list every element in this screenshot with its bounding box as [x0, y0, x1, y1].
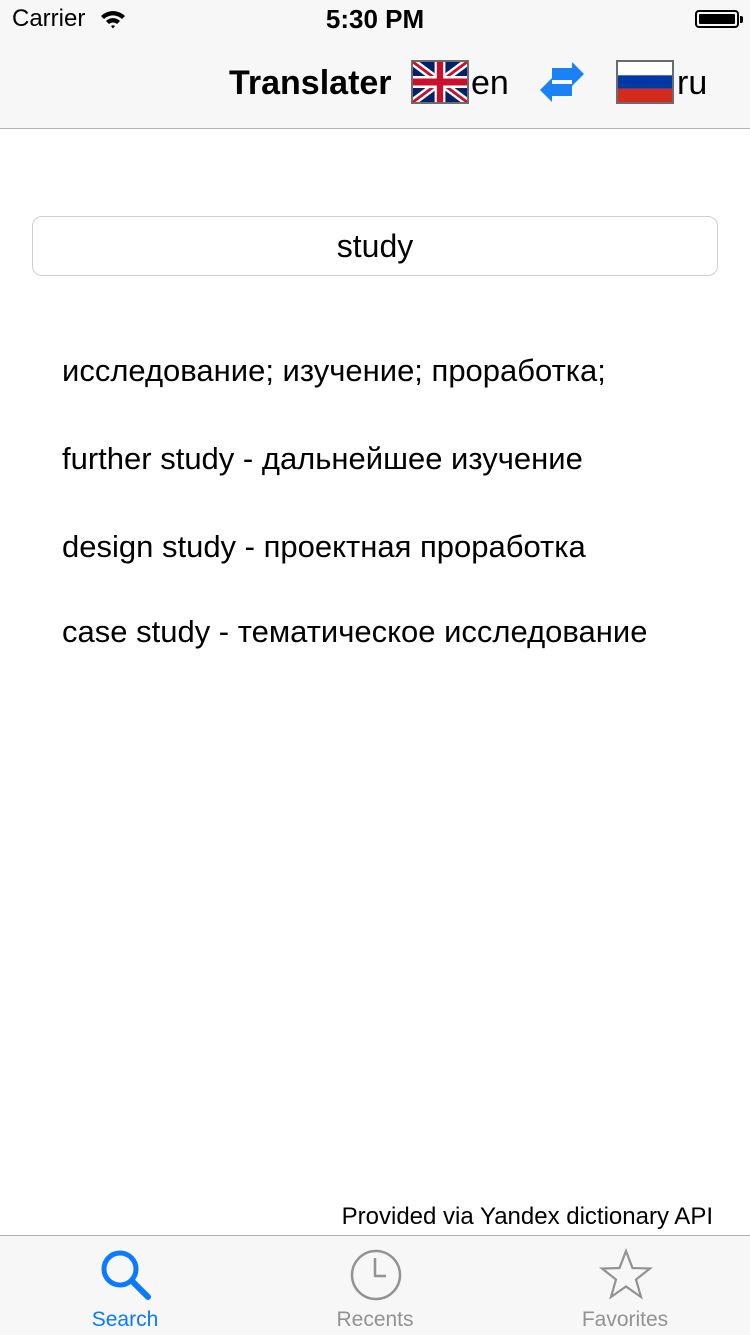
uk-flag-icon[interactable]: [411, 60, 469, 104]
tab-label: Search: [91, 1308, 159, 1331]
app-title: Translater: [229, 64, 392, 102]
swap-arrows-icon[interactable]: [538, 62, 586, 106]
provider-attribution: Provided via Yandex dictionary API: [341, 1203, 713, 1230]
translation-result: further study - дальнейшее изучение: [62, 441, 583, 476]
search-input[interactable]: [32, 216, 718, 276]
tab-favorites[interactable]: Favorites: [500, 1236, 750, 1335]
target-language-code[interactable]: ru: [677, 64, 707, 103]
battery-icon: [695, 10, 743, 28]
translation-result: design study - проектная проработка: [62, 529, 586, 564]
tab-recents[interactable]: Recents: [250, 1236, 500, 1335]
source-language-code[interactable]: en: [471, 64, 509, 103]
tab-bar: Search Recents Favorites: [0, 1235, 750, 1335]
star-icon: [599, 1248, 653, 1300]
translation-result: исследование; изучение; проработка;: [62, 353, 606, 388]
search-icon: [101, 1250, 151, 1300]
clock-icon: [350, 1249, 402, 1301]
russia-flag-icon[interactable]: [616, 60, 674, 104]
nav-bar: Translater en ru: [0, 40, 750, 129]
tab-label: Recents: [336, 1308, 414, 1331]
status-time: 5:30 PM: [325, 4, 425, 34]
translation-result: case study - тематическое исследование: [62, 614, 648, 649]
status-bar: Carrier 5:30 PM: [0, 0, 750, 40]
tab-search[interactable]: Search: [0, 1236, 250, 1335]
tab-label: Favorites: [581, 1308, 669, 1331]
